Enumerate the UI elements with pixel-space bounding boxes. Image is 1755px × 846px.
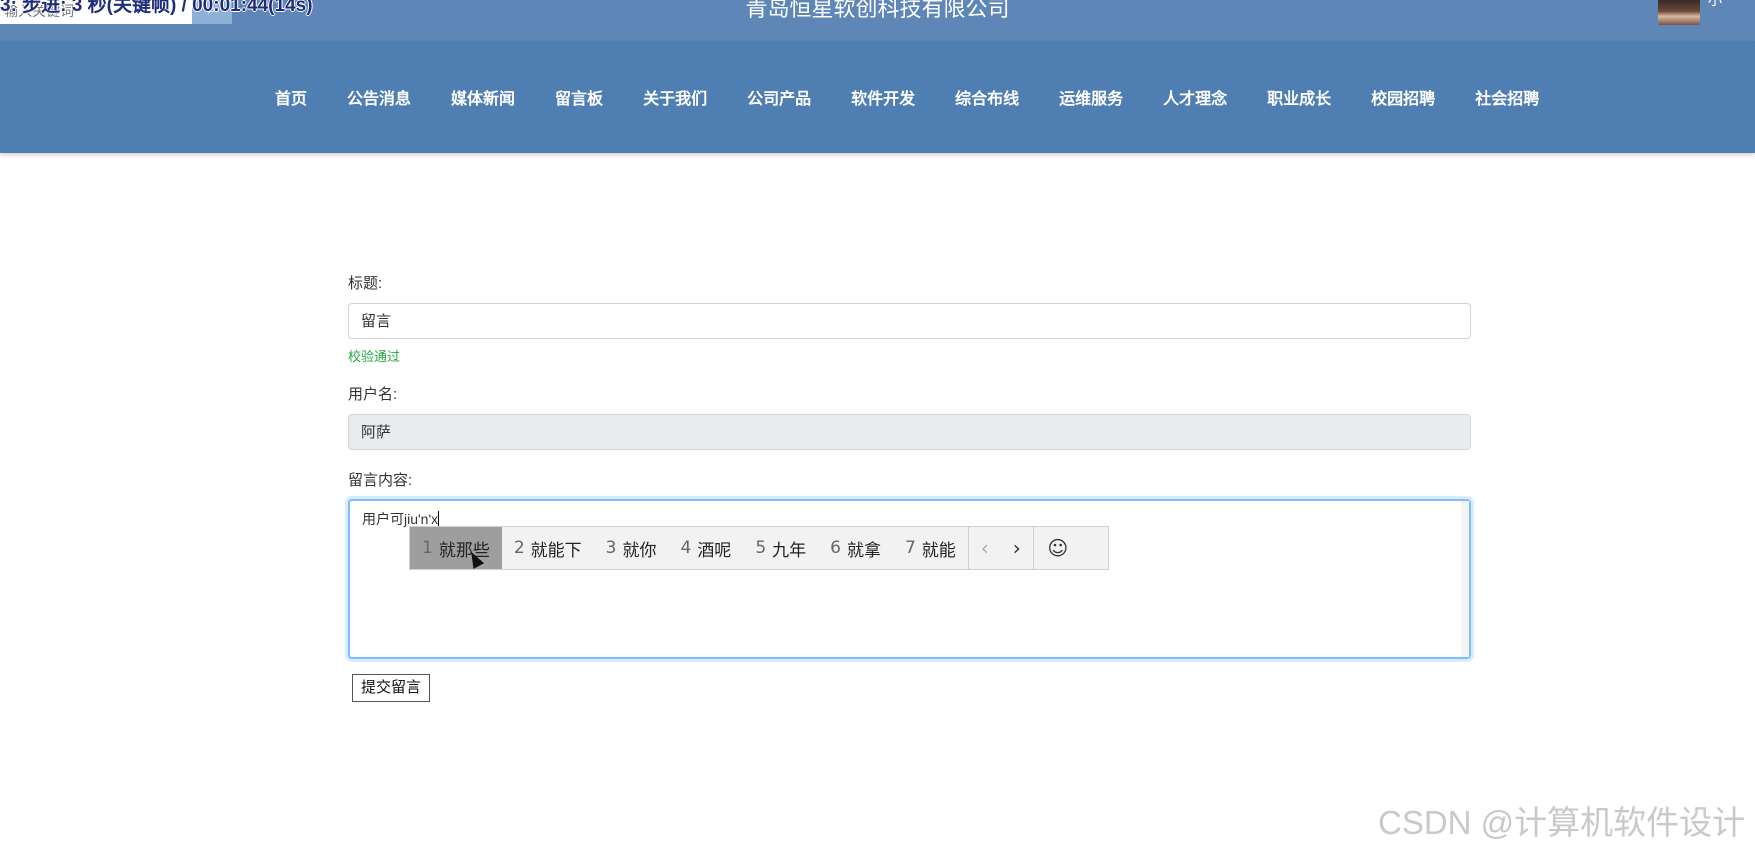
title-validation-text: 校验通过 xyxy=(348,349,401,364)
ime-candidate-text: 就你 xyxy=(622,540,657,561)
content-textarea[interactable]: 用户可jiu'n'x xyxy=(348,499,1471,659)
nav-item-social-recruit[interactable]: 社会招聘 xyxy=(1475,85,1539,109)
ime-candidate-number: 2 xyxy=(513,538,525,558)
nav-item-talent[interactable]: 人才理念 xyxy=(1163,85,1227,109)
ime-candidate[interactable]: 3 就你 xyxy=(594,527,669,569)
ime-candidate[interactable]: 6 就拿 xyxy=(818,527,893,569)
ime-candidate-text: 就能 xyxy=(921,540,956,561)
content-value: 用户可jiu'n'x xyxy=(362,511,439,527)
text-caret xyxy=(438,511,440,527)
submit-message-button[interactable]: 提交留言 xyxy=(352,674,430,702)
ime-candidate[interactable]: 2 就能下 xyxy=(502,527,594,569)
nav-item-cabling[interactable]: 综合布线 xyxy=(955,85,1019,109)
emoji-icon[interactable]: ☺ xyxy=(1034,536,1082,560)
title-label: 标题: xyxy=(348,275,383,292)
username-input[interactable]: 阿萨 xyxy=(348,414,1471,450)
top-bar: 青岛恒星软创科技有限公司 输入关键词 ⌕ 3: 步进: 3 秒(关键帧) / 0… xyxy=(0,0,1755,41)
nav-item-career[interactable]: 职业成长 xyxy=(1267,85,1331,109)
title-input[interactable]: 留言 xyxy=(348,303,1471,339)
nav-item-announcements[interactable]: 公告消息 xyxy=(347,85,411,109)
ime-candidate-text: 九年 xyxy=(772,540,807,561)
chevron-left-icon[interactable]: ‹ xyxy=(969,536,1001,560)
ime-candidate-number: 1 xyxy=(422,538,433,558)
nav-list: 首页 公告消息 媒体新闻 留言板 关于我们 公司产品 软件开发 综合布线 运维服… xyxy=(275,41,1579,153)
avatar-name: 小 xyxy=(1708,0,1722,8)
ime-candidate[interactable]: 7 就能 xyxy=(893,527,968,569)
ime-candidate-text: 就拿 xyxy=(846,540,881,561)
nav-item-campus-recruit[interactable]: 校园招聘 xyxy=(1371,85,1435,109)
nav-item-about-us[interactable]: 关于我们 xyxy=(643,85,707,109)
ime-candidate[interactable]: 1 就那些 xyxy=(410,527,502,569)
nav-item-ops-service[interactable]: 运维服务 xyxy=(1059,85,1123,109)
chevron-right-icon[interactable]: › xyxy=(1001,536,1033,560)
nav-item-message-board[interactable]: 留言板 xyxy=(555,85,603,109)
nav-item-home[interactable]: 首页 xyxy=(275,85,307,109)
ime-candidate[interactable]: 5 九年 xyxy=(743,527,818,569)
nav-item-media-news[interactable]: 媒体新闻 xyxy=(451,85,515,109)
ime-candidate-text: 就那些 xyxy=(438,540,490,561)
ime-candidate-number: 3 xyxy=(605,538,617,558)
ime-candidate-text: 酒呢 xyxy=(697,540,732,561)
content-label: 留言内容: xyxy=(348,472,413,489)
nav-item-software-dev[interactable]: 软件开发 xyxy=(851,85,915,109)
main-navbar: 首页 公告消息 媒体新闻 留言板 关于我们 公司产品 软件开发 综合布线 运维服… xyxy=(0,41,1755,153)
avatar[interactable] xyxy=(1658,0,1700,25)
nav-item-products[interactable]: 公司产品 xyxy=(747,85,811,109)
textarea-scrollbar[interactable] xyxy=(1461,501,1469,657)
video-timer-overlay: 3: 步进: 3 秒(关键帧) / 00:01:44(14s) xyxy=(0,0,313,16)
ime-candidate-number: 7 xyxy=(904,538,916,558)
ime-candidate-bar: 1 就那些 2 就能下 3 就你 4 酒呢 5 九年 6 就拿 7 就能 ‹ › ☺ xyxy=(409,526,1109,570)
watermark: CSDN @计算机软件设计 xyxy=(1378,804,1746,841)
ime-candidate[interactable]: 4 酒呢 xyxy=(668,527,743,569)
ime-candidate-number: 5 xyxy=(755,538,767,558)
username-label: 用户名: xyxy=(348,386,398,403)
ime-candidate-text: 就能下 xyxy=(530,540,582,561)
ime-candidate-number: 6 xyxy=(830,538,841,558)
ime-candidate-number: 4 xyxy=(680,538,692,558)
